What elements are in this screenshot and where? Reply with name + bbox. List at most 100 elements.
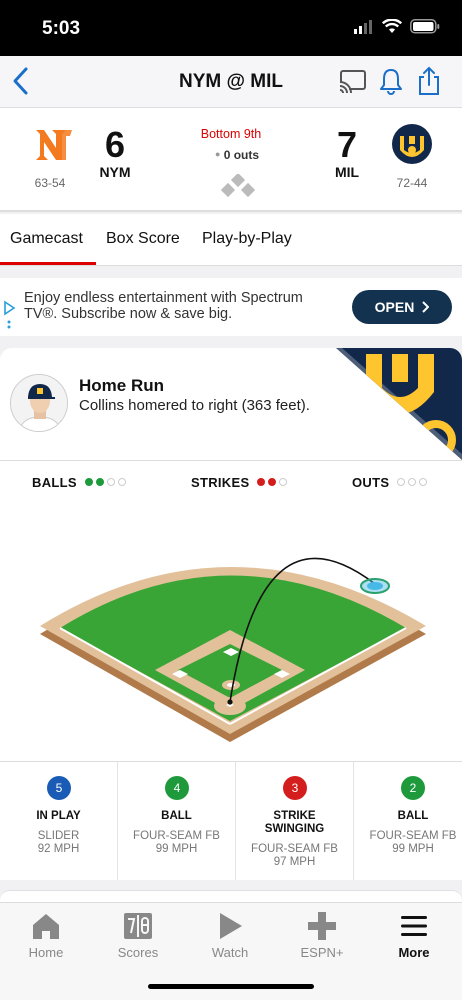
tabbar-label: Watch bbox=[211, 945, 249, 960]
play-title: Home Run bbox=[79, 376, 164, 395]
strikes-dots bbox=[257, 478, 288, 486]
pitch-result: IN PLAY bbox=[36, 810, 81, 822]
brewers-logo-icon bbox=[392, 124, 432, 164]
home-indicator bbox=[148, 984, 314, 989]
tabbar-watch[interactable]: Watch bbox=[184, 911, 276, 960]
play-card: Home Run Collins homered to right (363 f… bbox=[0, 348, 462, 880]
battery-icon bbox=[410, 19, 440, 34]
play-description: Collins homered to right (363 feet). bbox=[79, 397, 310, 414]
tab-play-by-play[interactable]: Play-by-Play bbox=[202, 230, 292, 248]
tab-box-score[interactable]: Box Score bbox=[106, 230, 180, 248]
ball-dot bbox=[106, 478, 115, 486]
strike-dot bbox=[268, 478, 277, 486]
balls-dots bbox=[84, 478, 126, 486]
tabbar-more[interactable]: More bbox=[368, 911, 460, 960]
chevron-right-icon bbox=[422, 301, 430, 313]
home-icon bbox=[33, 914, 59, 939]
cast-icon[interactable] bbox=[338, 66, 368, 96]
out-dot bbox=[408, 478, 417, 486]
away-team-score: 6 bbox=[104, 124, 126, 165]
pitch-type: FOUR-SEAM FB bbox=[133, 830, 220, 842]
ball-dot bbox=[84, 478, 93, 486]
play-icon bbox=[220, 913, 242, 939]
pitch-speed: 92 MPH bbox=[37, 843, 80, 855]
tabbar-label: Home bbox=[28, 945, 64, 960]
pitch-type: FOUR-SEAM FB bbox=[369, 830, 457, 842]
baseball-field-diagram bbox=[40, 557, 426, 742]
pitch-item[interactable]: 2 BALL FOUR-SEAM FB 99 MPH bbox=[354, 762, 462, 880]
outs-text: 0 outs bbox=[223, 148, 260, 162]
balls-count: BALLS bbox=[32, 475, 126, 490]
ad-banner[interactable]: Enjoy endless entertainment with Spectru… bbox=[0, 278, 462, 336]
pitch-number-badge: 4 bbox=[165, 776, 189, 800]
pitch-number-badge: 5 bbox=[47, 776, 71, 800]
away-team-abbr: NYM bbox=[99, 164, 131, 180]
bases-icon bbox=[221, 174, 255, 198]
ball-dot bbox=[117, 478, 126, 486]
tabbar-scores[interactable]: Scores bbox=[92, 911, 184, 960]
pitch-speed: 99 MPH bbox=[155, 843, 198, 855]
home-team-record: 72-44 bbox=[396, 176, 428, 190]
plus-icon bbox=[308, 912, 336, 940]
tabbar-label: More bbox=[398, 945, 430, 960]
active-tab-indicator bbox=[0, 262, 96, 265]
tabbar-label: ESPN+ bbox=[300, 945, 344, 960]
strike-dot bbox=[279, 478, 288, 486]
home-team-score: 7 bbox=[336, 124, 358, 165]
wifi-icon bbox=[382, 19, 402, 33]
ad-text: Enjoy endless entertainment with Spectru… bbox=[24, 290, 303, 322]
ad-open-label: OPEN bbox=[374, 299, 415, 315]
home-team-abbr: MIL bbox=[334, 164, 360, 180]
navigation-bar: NYM @ MIL bbox=[0, 56, 462, 108]
pitch-number-badge: 3 bbox=[283, 776, 307, 800]
away-team-record: 63-54 bbox=[34, 176, 66, 190]
tabbar-home[interactable]: Home bbox=[0, 911, 92, 960]
outs-status: ● 0 outs bbox=[180, 148, 294, 162]
pitch-result: BALL bbox=[397, 810, 429, 822]
share-icon[interactable] bbox=[414, 66, 444, 96]
pitch-speed: 99 MPH bbox=[392, 843, 434, 855]
pitch-result: BALL bbox=[161, 810, 192, 822]
pitch-number-badge: 2 bbox=[401, 776, 425, 800]
outs-count: OUTS bbox=[352, 475, 428, 490]
cellular-signal-icon bbox=[354, 19, 372, 34]
pitch-list: 5 IN PLAY SLIDER 92 MPH 4 BALL FOUR-SEAM… bbox=[0, 761, 462, 880]
out-dot bbox=[397, 478, 406, 486]
pitch-type: SLIDER bbox=[37, 830, 80, 842]
pitch-item[interactable]: 4 BALL FOUR-SEAM FB 99 MPH bbox=[118, 762, 236, 880]
pitch-item[interactable]: 3 STRIKE SWINGING FOUR-SEAM FB 97 MPH bbox=[236, 762, 354, 880]
pitch-item[interactable]: 5 IN PLAY SLIDER 92 MPH bbox=[0, 762, 118, 880]
ad-open-button[interactable]: OPEN bbox=[352, 290, 452, 324]
ball-dot bbox=[95, 478, 104, 486]
player-avatar bbox=[10, 374, 68, 432]
bullet-icon: ● bbox=[214, 149, 221, 159]
scoreboard-icon bbox=[124, 913, 152, 939]
outs-label: OUTS bbox=[352, 475, 390, 490]
balls-label: BALLS bbox=[32, 475, 77, 490]
outs-dots bbox=[397, 478, 428, 486]
pitch-speed: 97 MPH bbox=[273, 856, 316, 868]
scoreboard: 63-54 6 NYM Bottom 9th ● 0 outs 7 MIL 72… bbox=[0, 108, 462, 212]
game-tabs: Gamecast Box Score Play-by-Play bbox=[0, 214, 462, 266]
pitch-result: STRIKE bbox=[273, 810, 316, 822]
status-icons bbox=[354, 19, 440, 34]
strikes-count: STRIKES bbox=[191, 475, 288, 490]
mets-logo-icon bbox=[36, 130, 72, 160]
pitch-type: FOUR-SEAM FB bbox=[251, 843, 338, 855]
brewers-corner-logo-icon bbox=[336, 348, 462, 460]
count-row: BALLS STRIKES OUTS bbox=[0, 460, 462, 502]
strikes-label: STRIKES bbox=[191, 475, 250, 490]
ad-choices-icon[interactable] bbox=[3, 300, 17, 332]
tab-gamecast[interactable]: Gamecast bbox=[10, 230, 83, 248]
status-time: 5:03 bbox=[42, 18, 81, 39]
strike-dot bbox=[257, 478, 266, 486]
status-bar: 5:03 bbox=[0, 0, 462, 56]
menu-icon bbox=[401, 916, 427, 936]
inning-status: Bottom 9th bbox=[200, 127, 262, 141]
pitch-result-detail: SWINGING bbox=[264, 823, 325, 835]
out-dot bbox=[419, 478, 428, 486]
tabbar-label: Scores bbox=[117, 945, 159, 960]
player-headshot-icon bbox=[11, 375, 67, 431]
tabbar-espn-plus[interactable]: ESPN+ bbox=[276, 911, 368, 960]
bell-icon[interactable] bbox=[376, 66, 406, 96]
